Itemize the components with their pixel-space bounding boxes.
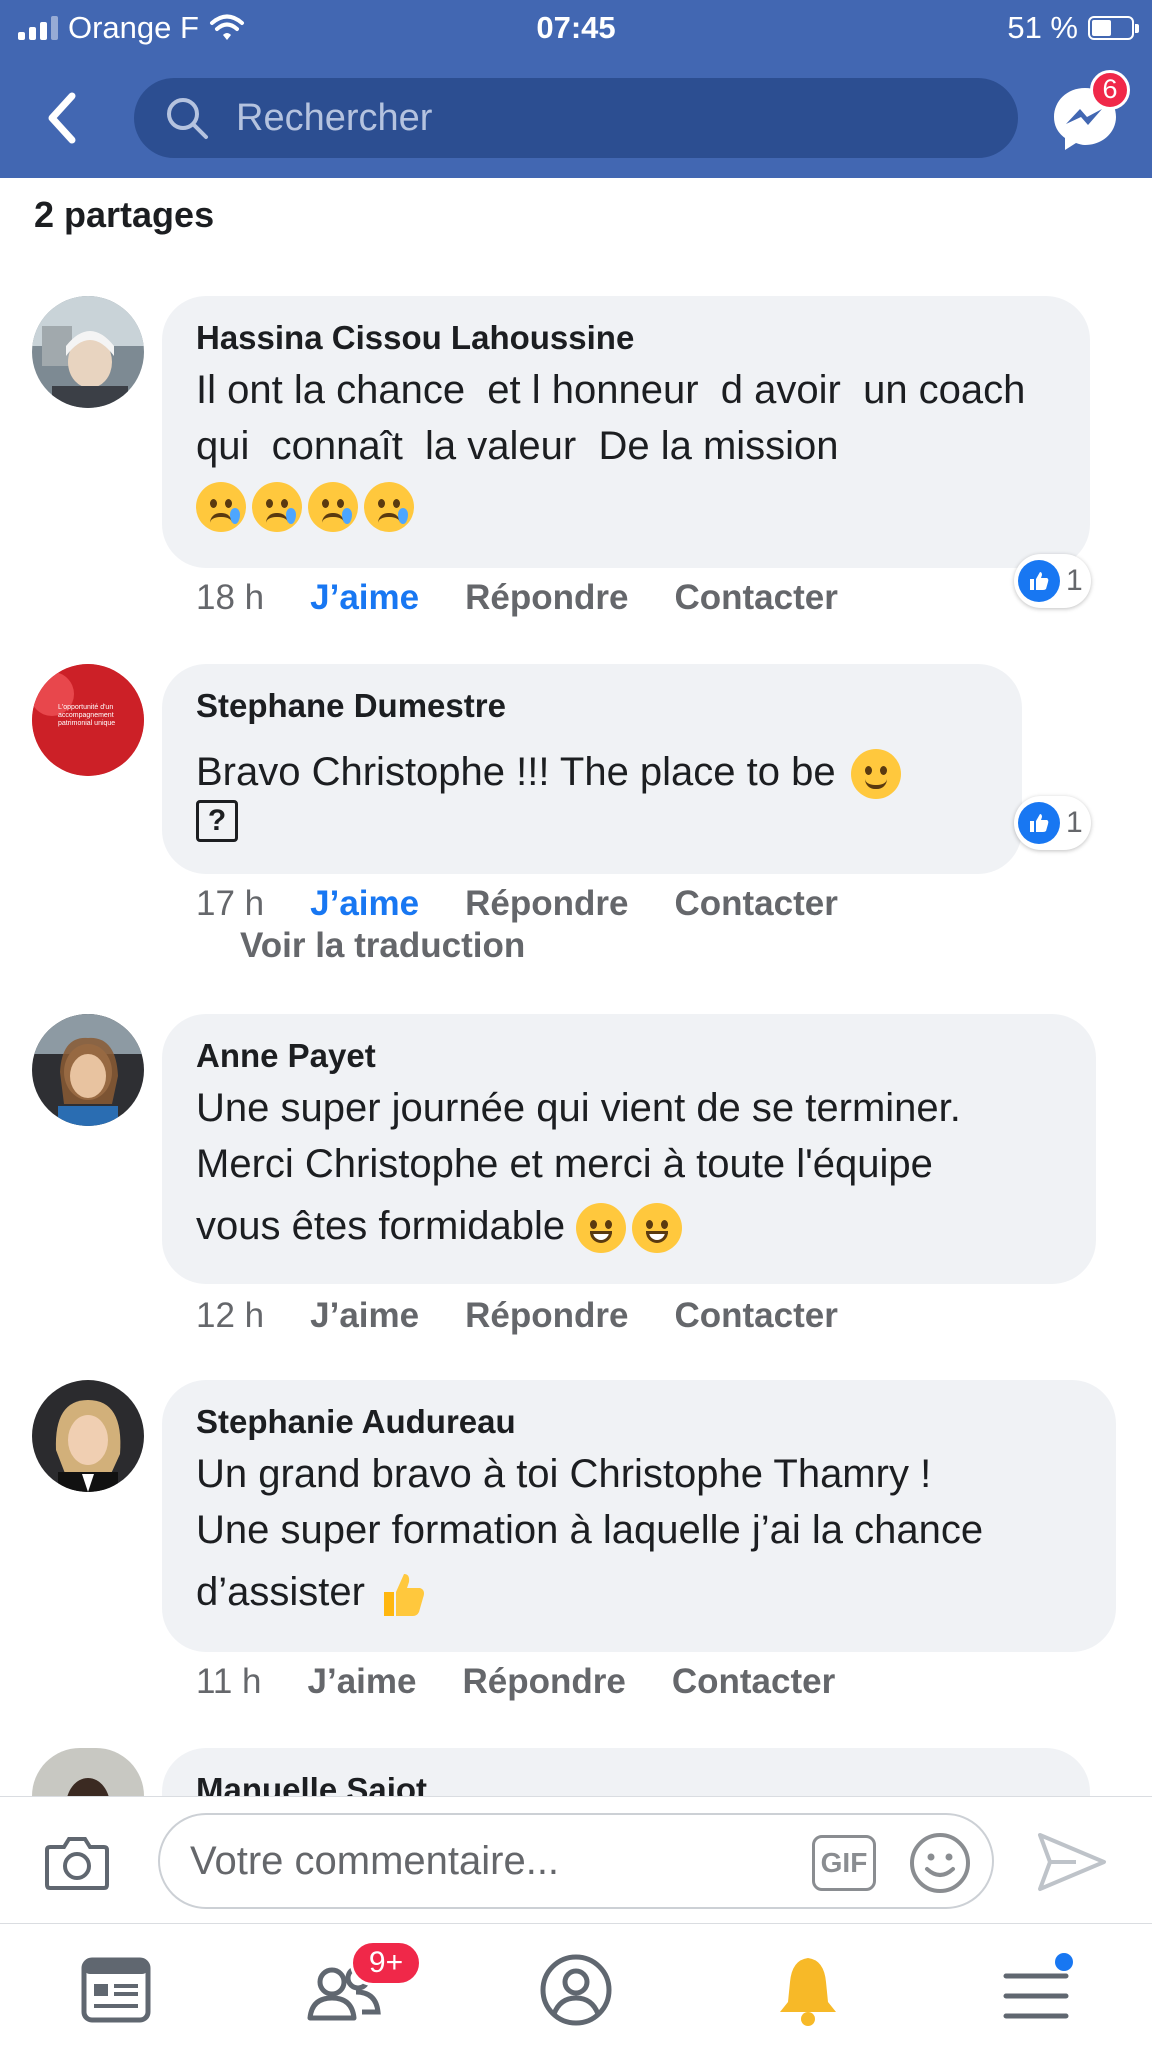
comment-author[interactable]: Manuelle Saiot [196,1770,1056,1796]
avatar-photo [32,1380,144,1492]
comment-text-content: Bravo Christophe !!! The place to be [196,750,836,794]
comment-text: Un grand bravo à toi Christophe Thamry !… [196,1446,1082,1558]
comment-author[interactable]: Stephane Dumestre [196,686,988,726]
avatar-photo [32,1748,144,1796]
comment-author[interactable]: Anne Payet [196,1036,1062,1076]
profile-icon[interactable] [538,1952,614,2028]
sticker-smiley-icon[interactable] [908,1831,972,1895]
comment-actions: 17 h J’aime Répondre Contacter [196,884,838,924]
see-translation-link[interactable]: Voir la traduction [240,926,525,966]
status-bar: Orange F 07:45 51 % [0,0,1152,60]
comment-text-line: vous êtes formidable [196,1204,566,1248]
avatar[interactable] [32,1380,144,1492]
comment-author[interactable]: Stephanie Audureau [196,1402,1082,1442]
battery-label: 51 % [1007,10,1078,45]
gif-button[interactable]: GIF [812,1835,876,1891]
reaction-count: 1 [1066,564,1083,597]
comment-actions: 18 h J’aime Répondre Contacter [196,578,838,618]
avatar-text: L'opportunité d'un accompagnement patrim… [58,704,116,727]
battery-icon [1088,16,1139,40]
reaction-count: 1 [1066,806,1083,839]
sleepy-face-emoji-icon [252,482,302,532]
winking-face-emoji-icon [850,749,901,800]
sleepy-face-emoji-icon [364,482,414,532]
like-button[interactable]: J’aime [310,884,419,924]
comment-bubble[interactable]: Anne Payet Une super journée qui vient d… [162,1014,1096,1284]
comment-text: Il ont la chance et l honneur d avoir un… [196,368,1048,468]
reply-button[interactable]: Répondre [465,578,628,618]
sleepy-face-emoji-icon [196,482,246,532]
like-button[interactable]: J’aime [310,578,419,618]
comment-time[interactable]: 11 h [196,1662,262,1702]
comment-bubble[interactable]: Stephane Dumestre Bravo Christophe !!! T… [162,664,1022,874]
comment-text: vous êtes formidable [196,1198,1062,1254]
like-button[interactable]: J’aime [308,1662,417,1702]
bottom-navigation: 9+ [0,1924,1152,2048]
clock: 07:45 [536,10,616,45]
comment-time[interactable]: 18 h [196,578,264,618]
reply-button[interactable]: Répondre [463,1662,626,1702]
comment-text-line: Une super journée qui vient de se termin… [196,1086,961,1130]
emoji-row [196,482,1056,532]
reaction-summary[interactable]: 1 [1014,554,1091,608]
back-arrow-icon[interactable] [40,88,90,148]
contact-button[interactable]: Contacter [674,1296,837,1336]
comment-text-line: d’assister [196,1570,365,1614]
comment-text: Bravo Christophe !!! The place to be [196,744,988,800]
avatar[interactable] [32,1014,144,1126]
grinning-face-emoji-icon [576,1203,627,1254]
send-icon[interactable] [1036,1831,1108,1893]
reaction-summary[interactable]: 1 [1014,796,1091,850]
status-right: 51 % [1007,10,1139,46]
comment-actions: 11 h J’aime Répondre Contacter [196,1662,835,1702]
camera-icon[interactable] [44,1833,110,1891]
notifications-bell-icon[interactable] [770,1952,846,2028]
comment-bubble[interactable]: Manuelle Saiot [162,1748,1090,1796]
avatar-photo [32,296,144,408]
reply-button[interactable]: Répondre [465,884,628,924]
comment-placeholder: Votre commentaire... [190,1839,560,1883]
comment-bubble[interactable]: Hassina Cissou Lahoussine Il ont la chan… [162,296,1090,568]
friends-badge: 9+ [350,1940,422,1986]
messenger-badge: 6 [1090,70,1130,110]
unknown-glyph-icon: ? [196,800,238,842]
shares-count[interactable]: 2 partages [34,194,214,236]
grinning-face-emoji-icon [632,1203,683,1254]
comment-input[interactable]: Votre commentaire... GIF [158,1813,994,1909]
reply-button[interactable]: Répondre [465,1296,628,1336]
contact-button[interactable]: Contacter [674,578,837,618]
comment-text: Une super journée qui vient de se termin… [196,1080,1062,1192]
comment-composer: Votre commentaire... GIF [0,1796,1152,1924]
news-feed-icon[interactable] [78,1952,154,2028]
sleepy-face-emoji-icon [308,482,358,532]
comment-time[interactable]: 17 h [196,884,264,924]
like-reaction-icon [1018,560,1060,602]
contact-button[interactable]: Contacter [672,1662,835,1702]
comment-bubble[interactable]: Stephanie Audureau Un grand bravo à toi … [162,1380,1116,1652]
avatar-photo [32,1014,144,1126]
like-button[interactable]: J’aime [310,1296,419,1336]
avatar[interactable] [32,1748,144,1796]
comment-text-line: Un grand bravo à toi Christophe Thamry ! [196,1452,932,1496]
search-icon [167,98,208,139]
comment-actions: 12 h J’aime Répondre Contacter [196,1296,838,1336]
comment-text-line: Merci Christophe et merci à toute l'équi… [196,1142,933,1186]
like-reaction-icon [1018,802,1060,844]
avatar[interactable]: L'opportunité d'un accompagnement patrim… [32,664,144,776]
comment-text-line: Une super formation à laquelle j’ai la c… [196,1508,984,1552]
avatar[interactable] [32,296,144,408]
search-bar[interactable]: Rechercher [134,78,1018,158]
comment-text: d’assister [196,1564,1082,1620]
comment-author[interactable]: Hassina Cissou Lahoussine [196,318,1056,358]
top-bar: Orange F 07:45 51 % Rechercher 6 [0,0,1152,178]
search-placeholder: Rechercher [236,96,433,139]
comment-time[interactable]: 12 h [196,1296,264,1336]
contact-button[interactable]: Contacter [674,884,837,924]
menu-icon[interactable] [998,1952,1074,2028]
thumbs-up-emoji-icon [384,1574,425,1617]
